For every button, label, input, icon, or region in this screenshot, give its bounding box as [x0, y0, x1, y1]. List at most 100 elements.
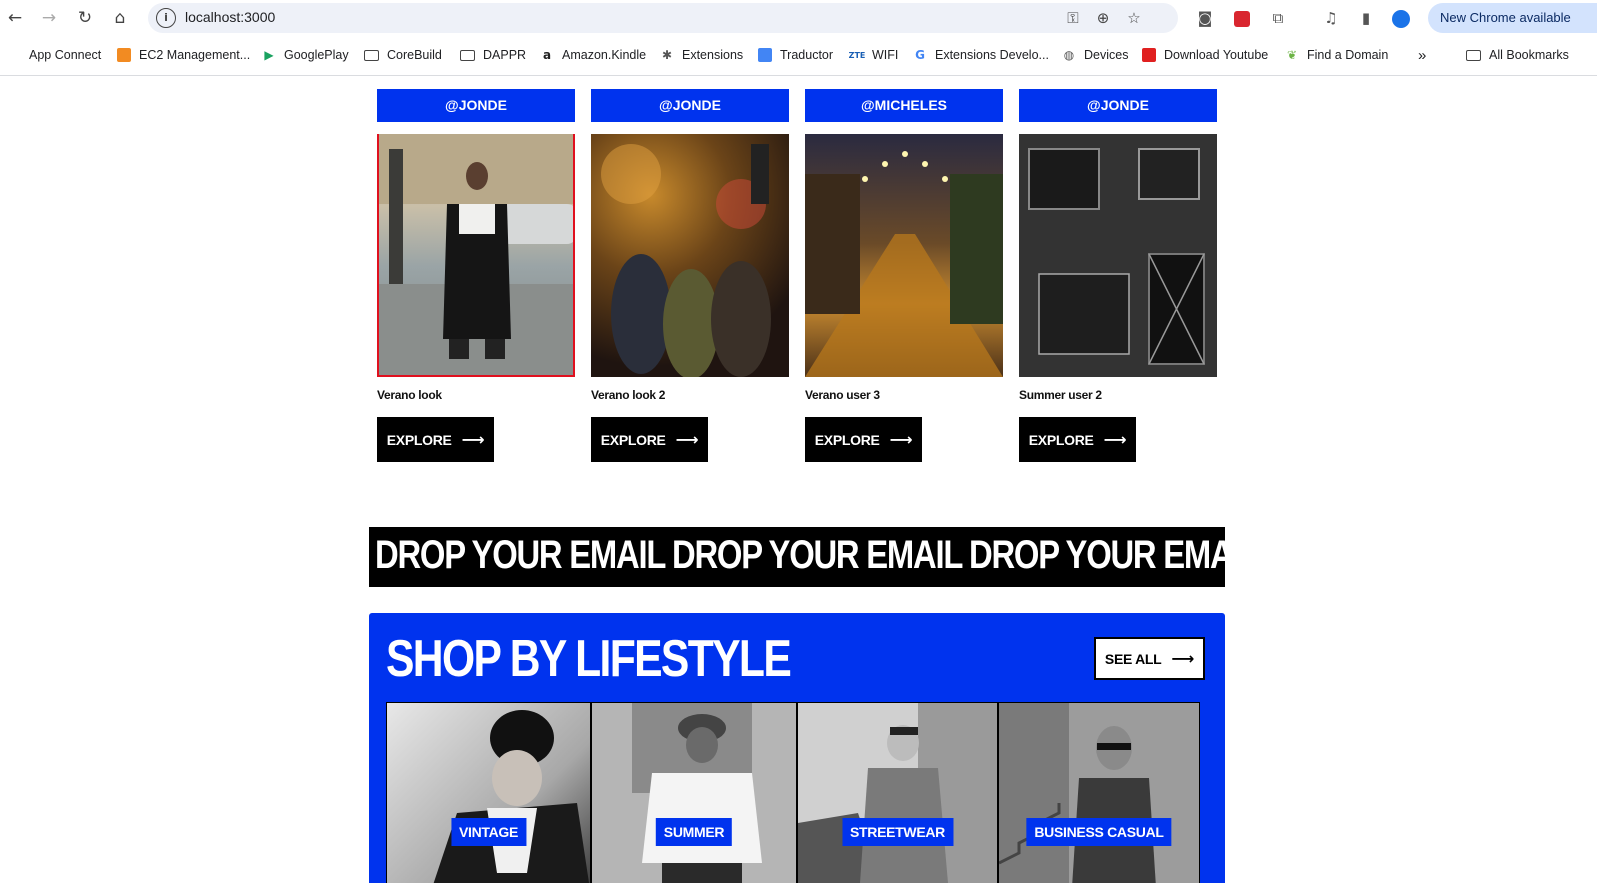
user-handle[interactable]: @JONDE — [591, 89, 789, 122]
photo-illustration — [592, 703, 796, 883]
bookmark-label: DAPPR — [483, 48, 527, 62]
bookmark-label: Traductor — [780, 48, 834, 62]
look-photo[interactable] — [377, 134, 575, 377]
translate-icon — [757, 47, 773, 63]
arrow-right-icon: ⟶ — [675, 430, 699, 449]
apple-icon — [6, 47, 22, 63]
bookmark-googleplay[interactable]: ▶ GooglePlay — [261, 43, 349, 67]
bookmark-label: GooglePlay — [284, 48, 349, 62]
category-tag: SUMMER — [655, 818, 733, 846]
explore-button[interactable]: EXPLORE ⟶ — [377, 417, 494, 462]
address-bar[interactable]: i localhost:3000 ⚿ ⊕ ☆ — [148, 3, 1178, 33]
arrow-right-icon: ⟶ — [461, 430, 485, 449]
page-content: @JONDE Verano look EXPLORE ⟶ @JONDE Vera… — [0, 77, 1597, 883]
look-title: Verano look — [377, 388, 442, 402]
category-tile-business-casual[interactable]: BUSINESS CASUAL — [998, 702, 1200, 883]
globe-icon: ◍ — [1063, 48, 1075, 62]
home-icon[interactable]: ⌂ — [108, 6, 132, 30]
category-tag: STREETWEAR — [841, 818, 954, 846]
browser-chrome: ← → ↻ ⌂ i localhost:3000 ⚿ ⊕ ☆ ◙ ⧉ ♫ ▮ N… — [0, 0, 1597, 76]
bookmark-label: Extensions — [682, 48, 744, 62]
category-tag: BUSINESS CASUAL — [1026, 818, 1172, 846]
photo-illustration — [805, 151, 1003, 377]
look-title: Verano user 3 — [805, 388, 880, 402]
bookmark-corebuild[interactable]: CoreBuild — [364, 43, 442, 67]
puzzle-icon: ✱ — [661, 48, 673, 62]
category-tile-summer[interactable]: SUMMER — [591, 702, 797, 883]
zte-icon: ZTE — [848, 50, 866, 60]
leaf-icon: ❦ — [1286, 48, 1298, 62]
bookmark-download-youtube[interactable]: Download Youtube — [1141, 43, 1268, 67]
folder-icon — [364, 49, 379, 61]
bookmark-label: Devices — [1084, 48, 1129, 62]
category-tile-streetwear[interactable]: STREETWEAR — [797, 702, 998, 883]
photo-illustration — [999, 703, 1199, 883]
explore-label: EXPLORE — [600, 431, 666, 448]
bookmark-app-connect[interactable]: App Connect — [6, 43, 101, 67]
look-photo[interactable] — [1019, 134, 1217, 377]
bookmark-wifi[interactable]: ZTE WIFI — [848, 43, 899, 67]
bookmark-dappr[interactable]: DAPPR — [460, 43, 526, 67]
password-key-icon[interactable]: ⚿ — [1063, 8, 1083, 28]
download-icon — [1141, 47, 1157, 63]
bookmark-label: EC2 Management... — [139, 48, 251, 62]
user-handle[interactable]: @JONDE — [1019, 89, 1217, 122]
reload-icon[interactable]: ↻ — [73, 6, 97, 30]
bookmark-extensions-develop[interactable]: G Extensions Develo... — [912, 43, 1049, 67]
all-bookmarks-folder[interactable]: All Bookmarks — [1466, 43, 1569, 67]
zoom-icon[interactable]: ⊕ — [1093, 8, 1113, 28]
back-arrow-icon[interactable]: ← — [3, 6, 27, 30]
bookmark-amazon-kindle[interactable]: a Amazon.Kindle — [539, 43, 646, 67]
category-tile-vintage[interactable]: VINTAGE — [386, 702, 591, 883]
bookmark-label: App Connect — [29, 48, 102, 62]
bookmark-devices[interactable]: ◍ Devices — [1061, 43, 1129, 67]
chrome-update-button[interactable]: New Chrome available — [1428, 3, 1597, 33]
look-title: Summer user 2 — [1019, 388, 1102, 402]
look-photo[interactable] — [805, 134, 1003, 377]
forward-arrow-icon[interactable]: → — [37, 6, 61, 30]
bookmark-find-domain[interactable]: ❦ Find a Domain — [1284, 43, 1388, 67]
see-all-button[interactable]: SEE ALL ⟶ — [1094, 637, 1205, 680]
bookmark-label: All Bookmarks — [1489, 48, 1569, 62]
explore-button[interactable]: EXPLORE ⟶ — [805, 417, 922, 462]
browser-toolbar: ← → ↻ ⌂ i localhost:3000 ⚿ ⊕ ☆ ◙ ⧉ ♫ ▮ N… — [0, 0, 1597, 36]
bookmark-extensions[interactable]: ✱ Extensions — [659, 43, 743, 67]
photo-illustration — [601, 144, 771, 377]
arrow-right-icon: ⟶ — [1103, 430, 1127, 449]
explore-button[interactable]: EXPLORE ⟶ — [1019, 417, 1136, 462]
google-icon: G — [915, 48, 925, 62]
photo-illustration — [433, 710, 589, 883]
look-card: @JONDE Verano look 2 EXPLORE ⟶ — [591, 89, 789, 462]
marquee-text: DROP YOUR EMAIL — [672, 533, 963, 577]
bookmark-label: WIFI — [872, 48, 899, 62]
profile-avatar-icon[interactable] — [1390, 7, 1412, 29]
user-handle[interactable]: @JONDE — [377, 89, 575, 122]
extensions-puzzle-icon[interactable]: ⧉ — [1267, 7, 1289, 29]
photo-illustration — [379, 134, 573, 375]
side-panel-icon[interactable]: ▮ — [1355, 7, 1377, 29]
look-card: @JONDE Summer user 2 EXPLORE ⟶ — [1019, 89, 1217, 462]
photo-illustration — [798, 703, 997, 883]
bookmark-label: Amazon.Kindle — [562, 48, 647, 62]
email-marquee-banner[interactable]: DROP YOUR EMAIL DROP YOUR EMAIL DROP YOU… — [369, 527, 1225, 587]
look-photo[interactable] — [591, 134, 789, 377]
extension-red-icon[interactable] — [1231, 7, 1253, 29]
look-card: @JONDE Verano look EXPLORE ⟶ — [377, 89, 575, 462]
bookmark-ec2[interactable]: EC2 Management... — [116, 43, 250, 67]
media-controls-icon[interactable]: ♫ — [1320, 7, 1342, 29]
bookmark-star-icon[interactable]: ☆ — [1124, 8, 1144, 28]
bookmark-traductor[interactable]: Traductor — [757, 43, 833, 67]
screenshot-camera-icon[interactable]: ◙ — [1194, 7, 1216, 29]
user-handle[interactable]: @MICHELES — [805, 89, 1003, 122]
photo-illustration — [1019, 134, 1217, 377]
folder-icon — [460, 49, 475, 61]
folder-icon — [1466, 49, 1481, 61]
explore-button[interactable]: EXPLORE ⟶ — [591, 417, 708, 462]
explore-label: EXPLORE — [814, 431, 880, 448]
site-info-icon[interactable]: i — [156, 8, 176, 28]
section-heading: SHOP BY LIFESTYLE — [386, 630, 792, 688]
bookmarks-overflow-chevron-icon[interactable]: » — [1418, 43, 1426, 67]
shop-by-lifestyle-section: SHOP BY LIFESTYLE SEE ALL ⟶ VINTAGE SUMM… — [369, 613, 1225, 883]
bookmark-label: Download Youtube — [1164, 48, 1269, 62]
url-text[interactable]: localhost:3000 — [185, 9, 275, 25]
